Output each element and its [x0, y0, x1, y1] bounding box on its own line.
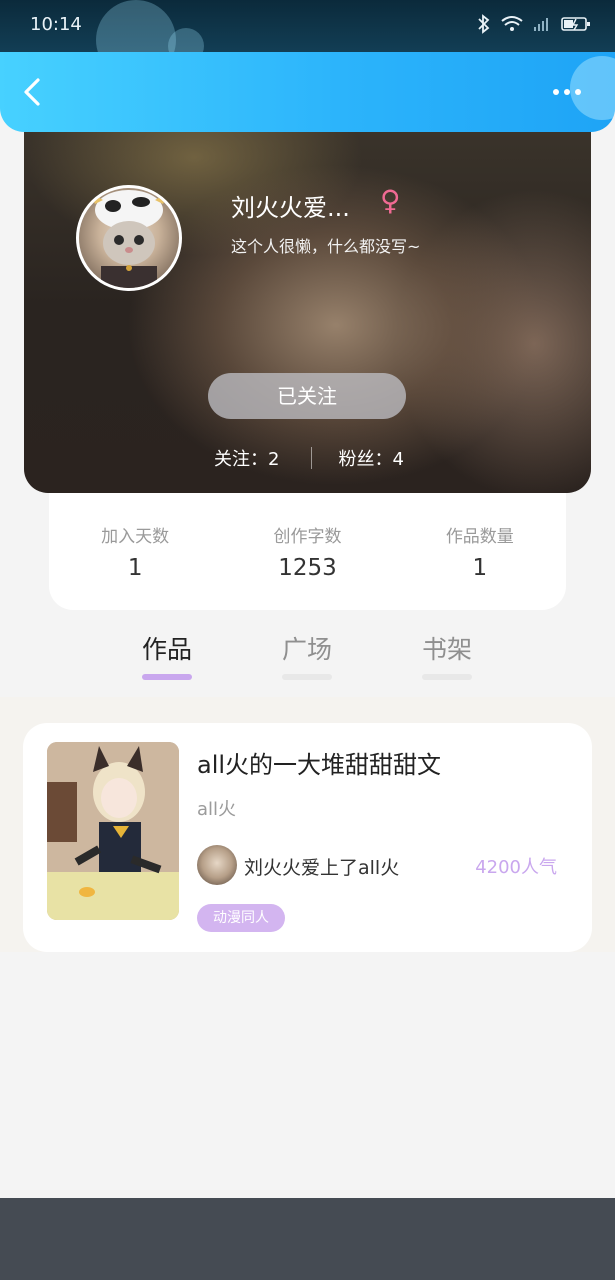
tab-bar: 作品 广场 书架: [97, 630, 517, 690]
tab-label: 广场: [281, 635, 332, 664]
stat-label: 作品数量: [445, 527, 514, 547]
stat-value: 1: [472, 555, 488, 581]
avatar[interactable]: [76, 185, 182, 291]
anime-girl-cover-illustration: [47, 742, 179, 920]
stat-label: 创作字数: [273, 527, 342, 547]
tab-indicator: [282, 674, 332, 680]
tab-works[interactable]: 作品: [97, 630, 237, 690]
status-icons: [477, 14, 591, 38]
work-title[interactable]: all火的一大堆甜甜甜文: [197, 745, 441, 780]
tab-label: 书架: [421, 635, 472, 664]
stat-label: 加入天数: [101, 527, 170, 547]
status-time: 10:14: [30, 14, 82, 35]
author-name[interactable]: 刘火火爱上了all火: [244, 853, 399, 880]
status-bar: 10:14: [0, 0, 615, 80]
popularity-count: 4200人气: [475, 857, 557, 878]
female-icon: ♀: [380, 184, 401, 217]
tab-bookshelf[interactable]: 书架: [377, 630, 517, 690]
tab-indicator: [142, 674, 192, 680]
signal-icon: [533, 16, 551, 36]
stat-value: 1: [127, 555, 143, 581]
author-avatar[interactable]: [197, 845, 237, 885]
stat-value: 1253: [278, 555, 337, 581]
works-list: all火的一大堆甜甜甜文 all火 刘火火爱上了all火 4200人气 动漫同人: [0, 697, 615, 952]
bottom-bar: [0, 1198, 615, 1280]
genre-tag[interactable]: 动漫同人: [197, 904, 285, 932]
following-button[interactable]: 已关注: [208, 373, 406, 419]
stats-card: 加入天数 1 创作字数 1253 作品数量 1: [49, 480, 566, 610]
work-cover-image[interactable]: [47, 742, 179, 920]
more-dots-icon: [553, 89, 581, 95]
header-bar: [0, 52, 615, 132]
tab-label: 作品: [141, 635, 192, 664]
tab-square[interactable]: 广场: [237, 630, 377, 690]
following-count[interactable]: 关注：2: [214, 445, 279, 471]
tab-indicator: [422, 674, 472, 680]
follow-stats: 关注：2 粉丝：4: [214, 445, 404, 471]
list-item[interactable]: all火的一大堆甜甜甜文 all火 刘火火爱上了all火 4200人气 动漫同人: [23, 723, 592, 952]
followers-count[interactable]: 粉丝：4: [338, 445, 403, 471]
stat-join-days: 加入天数 1: [60, 522, 210, 610]
user-bio: 这个人很懒，什么都没写~: [231, 237, 421, 256]
stat-works-count: 作品数量 1: [405, 522, 555, 610]
profile-card: 刘火火爱... ♀ 这个人很懒，什么都没写~ 已关注 关注：2 粉丝：4: [24, 120, 591, 493]
more-button[interactable]: [553, 82, 589, 102]
wifi-icon: [501, 15, 523, 37]
bluetooth-icon: [477, 14, 491, 38]
work-subtitle: all火: [197, 799, 237, 820]
chevron-left-icon: [16, 78, 52, 114]
back-button[interactable]: [16, 74, 52, 110]
user-name: 刘火火爱...: [231, 194, 350, 222]
stat-word-count: 创作字数 1253: [232, 522, 382, 610]
divider: [311, 447, 313, 469]
cat-avatar-image: [89, 190, 169, 288]
battery-icon: [561, 16, 591, 36]
